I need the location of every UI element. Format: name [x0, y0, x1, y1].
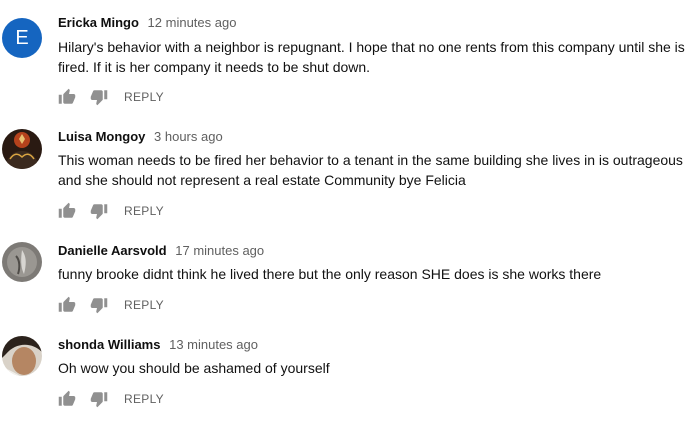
thumbs-down-icon[interactable] [90, 202, 108, 220]
thumbs-up-icon[interactable] [58, 296, 76, 314]
avatar-image [2, 336, 42, 376]
avatar[interactable] [2, 242, 42, 282]
comment-text: Hilary's behavior with a neighbor is rep… [58, 39, 685, 75]
avatar-image [2, 242, 42, 282]
comment-text: This woman needs to be fired her behavio… [58, 152, 683, 188]
comment-header: Ericka Mingo 12 minutes ago [58, 14, 236, 32]
reply-button[interactable]: REPLY [124, 298, 164, 312]
comment-actions: REPLY [58, 389, 164, 409]
comment-timestamp[interactable]: 13 minutes ago [169, 337, 258, 352]
avatar[interactable] [2, 336, 42, 376]
thumbs-up-icon[interactable] [58, 202, 76, 220]
avatar[interactable] [2, 129, 42, 169]
author-name[interactable]: Luisa Mongoy [58, 129, 145, 144]
author-name[interactable]: shonda Williams [58, 337, 160, 352]
author-name[interactable]: Danielle Aarsvold [58, 243, 167, 258]
comment-actions: REPLY [58, 201, 164, 221]
thumbs-down-icon[interactable] [90, 390, 108, 408]
comment-text: Oh wow you should be ashamed of yourself [58, 360, 330, 376]
thumbs-down-icon[interactable] [90, 88, 108, 106]
comment-timestamp[interactable]: 17 minutes ago [175, 243, 264, 258]
comment-actions: REPLY [58, 295, 164, 315]
reply-button[interactable]: REPLY [124, 392, 164, 406]
comment-text: funny brooke didnt think he lived there … [58, 266, 602, 282]
avatar-image [2, 129, 42, 169]
comment-actions: REPLY [58, 87, 164, 107]
reply-button[interactable]: REPLY [124, 90, 164, 104]
comment-header: shonda Williams 13 minutes ago [58, 336, 258, 354]
avatar-letter: E [15, 27, 29, 49]
reply-button[interactable]: REPLY [124, 204, 164, 218]
thumbs-up-icon[interactable] [58, 88, 76, 106]
thumbs-down-icon[interactable] [90, 296, 108, 314]
thumbs-up-icon[interactable] [58, 390, 76, 408]
comment-timestamp[interactable]: 3 hours ago [154, 129, 223, 144]
comment-timestamp[interactable]: 12 minutes ago [148, 15, 237, 30]
comment-header: Luisa Mongoy 3 hours ago [58, 128, 223, 146]
avatar[interactable]: E [2, 18, 42, 58]
author-name[interactable]: Ericka Mingo [58, 15, 139, 30]
comment-header: Danielle Aarsvold 17 minutes ago [58, 242, 264, 260]
